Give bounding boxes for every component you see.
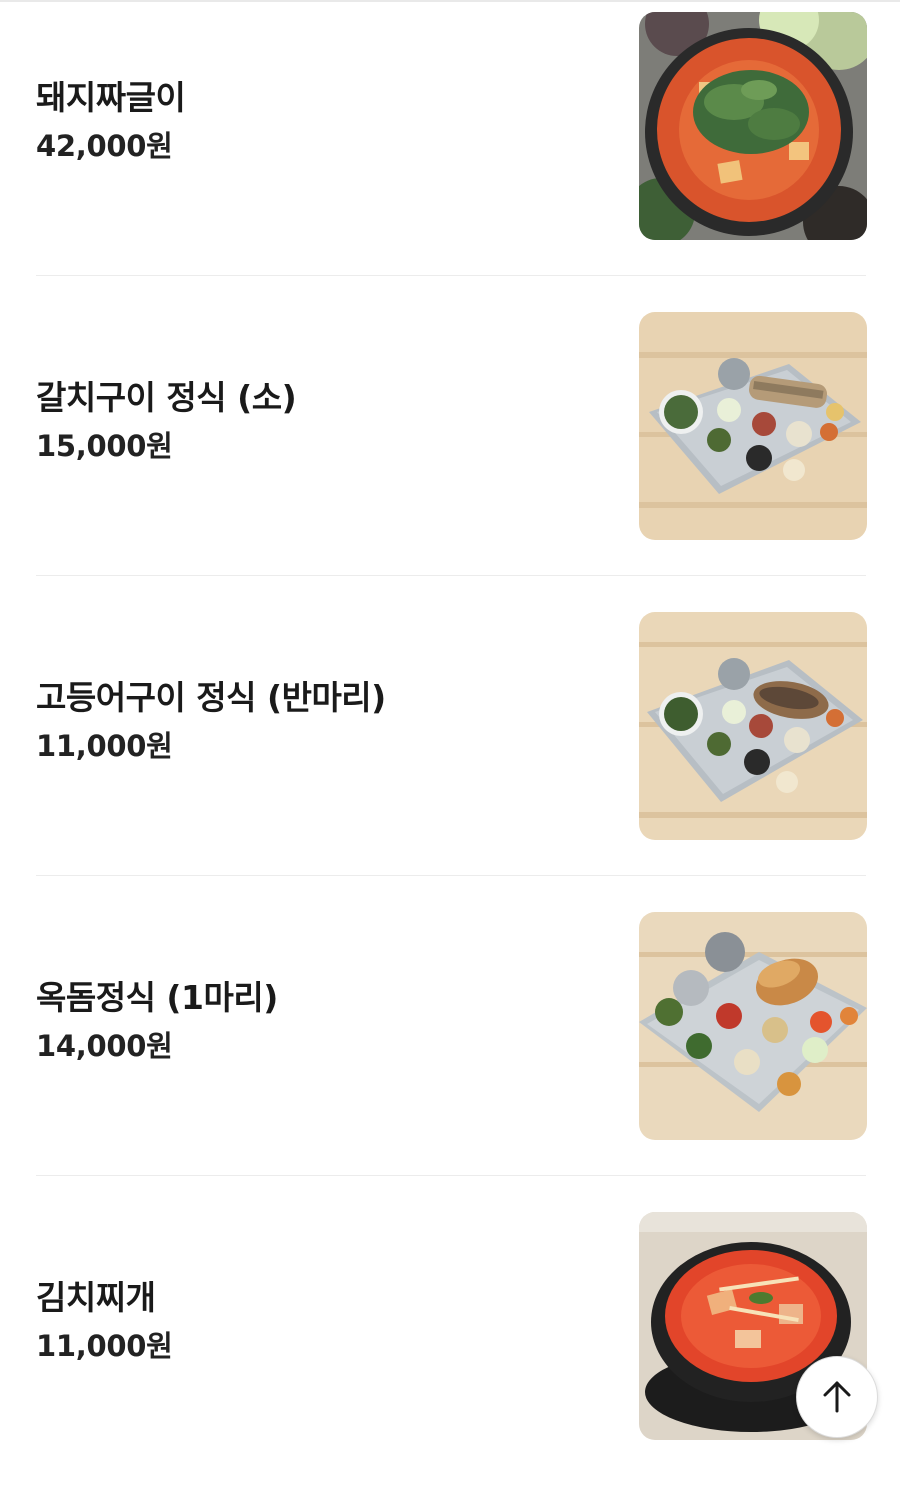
menu-item-price: 42,000원 [36, 129, 173, 163]
menu-item-divider [36, 875, 866, 876]
grilled-hairtail-set-photo[interactable] [639, 312, 867, 540]
menu-item-price: 15,000원 [36, 429, 173, 463]
menu-item-name: 돼지짜글이 [36, 78, 186, 117]
menu-item-name: 김치찌개 [36, 1278, 156, 1317]
menu-item-divider [36, 275, 866, 276]
menu-item[interactable]: 돼지짜글이 42,000원 [0, 0, 900, 300]
menu-item-text: 돼지짜글이 42,000원 [36, 72, 596, 168]
menu-item[interactable]: 김치찌개 11,000원 [0, 1200, 900, 1500]
menu-item-price: 11,000원 [36, 1329, 173, 1363]
menu-item[interactable]: 고등어구이 정식 (반마리) 11,000원 [0, 600, 900, 900]
menu-item[interactable]: 옥돔정식 (1마리) 14,000원 [0, 900, 900, 1200]
menu-item-name: 옥돔정식 (1마리) [36, 978, 278, 1017]
pork-jjageuli-stew-photo[interactable] [639, 12, 867, 240]
menu-item-divider [36, 1175, 866, 1176]
menu-item-price: 11,000원 [36, 729, 173, 763]
scroll-to-top-button[interactable] [796, 1356, 878, 1438]
menu-item-text: 김치찌개 11,000원 [36, 1272, 596, 1368]
red-tilefish-set-photo[interactable] [639, 912, 867, 1140]
menu-list: 돼지짜글이 42,000원 갈치구이 정식 (소) 15,000원 고등어구이 … [0, 0, 900, 1500]
menu-item-text: 고등어구이 정식 (반마리) 11,000원 [36, 672, 596, 768]
menu-item-price: 14,000원 [36, 1029, 173, 1063]
grilled-mackerel-set-photo[interactable] [639, 612, 867, 840]
menu-item-divider [36, 575, 866, 576]
menu-item[interactable]: 갈치구이 정식 (소) 15,000원 [0, 300, 900, 600]
arrow-up-icon [823, 1381, 851, 1413]
menu-item-text: 옥돔정식 (1마리) 14,000원 [36, 972, 596, 1068]
menu-item-name: 갈치구이 정식 (소) [36, 378, 297, 417]
menu-item-text: 갈치구이 정식 (소) 15,000원 [36, 372, 596, 468]
menu-item-name: 고등어구이 정식 (반마리) [36, 678, 386, 717]
